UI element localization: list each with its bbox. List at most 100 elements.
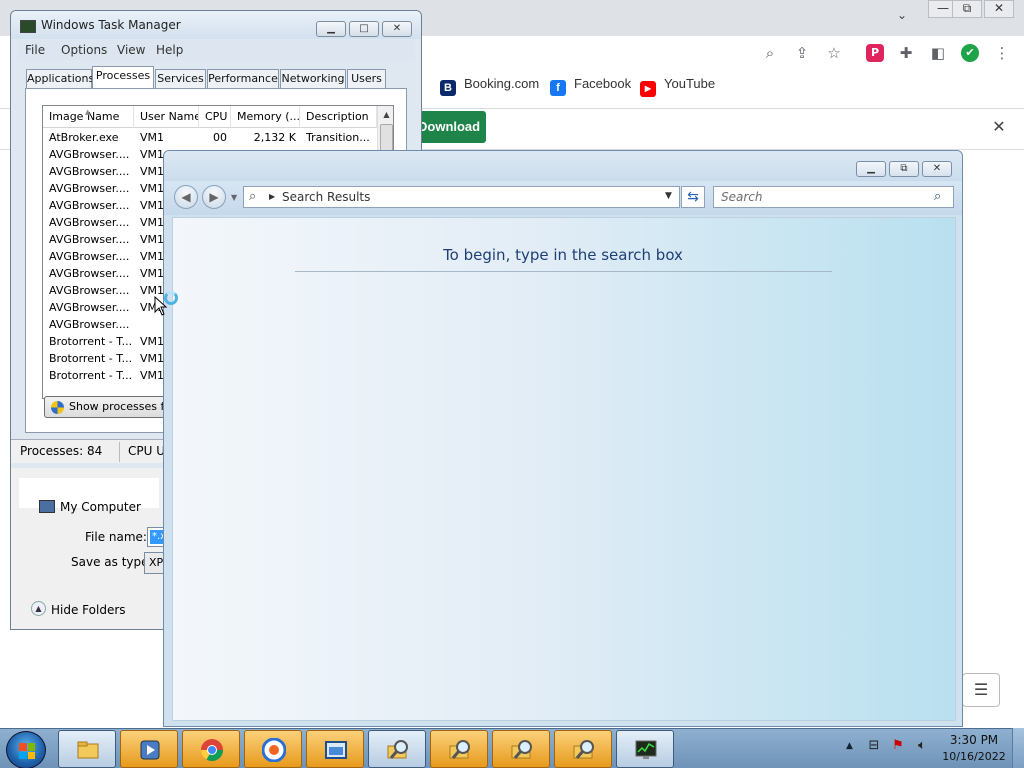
chrome-menu-icon[interactable]: ⋮ [993, 44, 1011, 62]
search-icon[interactable]: ⌕ [934, 189, 941, 204]
back-arrow-icon[interactable]: ◀ [174, 185, 198, 209]
uac-shield-icon [51, 401, 64, 414]
tab-users[interactable]: Users [347, 69, 386, 88]
avg-browser-icon [262, 738, 286, 762]
menu-help[interactable]: Help [156, 43, 183, 57]
minimize-button[interactable]: ▁ [316, 21, 346, 37]
network-icon[interactable]: ⊟ [866, 738, 882, 754]
close-button[interactable]: ✕ [382, 21, 412, 37]
column-image-name[interactable]: ▲ Image Name [43, 106, 134, 128]
chrome-close-button[interactable]: ✕ [984, 0, 1014, 18]
cell-user-name: VM1 [140, 131, 165, 144]
filter-settings-icon[interactable]: ☰ [962, 673, 1000, 707]
zoom-icon[interactable]: ⌕ [761, 44, 779, 62]
show-hidden-icons-icon[interactable]: ▲ [846, 741, 853, 751]
busy-spinner-icon [164, 291, 178, 305]
minimize-button[interactable]: ▁ [856, 161, 886, 177]
clock-date[interactable]: 10/16/2022 [942, 750, 1006, 763]
task-manager-icon [20, 20, 36, 33]
system-tray: ▲ ⊟ ⚑ 🔈︎ 3:30 PM 10/16/2022 [842, 728, 1024, 768]
tab-applications[interactable]: Applications [26, 69, 94, 88]
desktop: ⌄ — ⧉ ✕ ⌕ ⇪ ☆ P ✚ ◧ ✔ ⋮ B Booking.com f Fa… [0, 0, 1024, 768]
action-center-flag-icon[interactable]: ⚑ [890, 738, 906, 754]
avg-browser-taskbar-button[interactable] [244, 730, 302, 768]
window-taskbar-button[interactable] [306, 730, 364, 768]
scroll-up-icon[interactable]: ▲ [378, 106, 393, 123]
address-bar[interactable]: ⌕ ▶ Search Results ▼ [243, 186, 680, 208]
address-dropdown-icon[interactable]: ▼ [665, 191, 672, 201]
taskmgr-taskbar-button[interactable] [616, 730, 674, 768]
table-header: ▲ Image Name User Name CPU Memory (... De… [43, 106, 393, 128]
cell-image-name: AVGBrowser.... [49, 199, 130, 212]
column-user-name[interactable]: User Name [134, 106, 199, 128]
bookmark-star-icon[interactable]: ☆ [825, 44, 843, 62]
sort-arrow-icon: ▲ [85, 108, 91, 116]
cell-image-name: AtBroker.exe [49, 131, 119, 144]
menu-options[interactable]: Options [61, 43, 107, 57]
windows-logo-icon [19, 743, 35, 759]
chrome-taskbar-button[interactable] [182, 730, 240, 768]
search-window-titlebar[interactable]: ▁ ⧉ ✕ [164, 151, 962, 181]
cell-image-name: AVGBrowser.... [49, 250, 130, 263]
bookmark-facebook[interactable]: f Facebook [550, 72, 631, 96]
explorer-taskbar-button[interactable] [58, 730, 116, 768]
facebook-icon: f [550, 80, 566, 96]
empty-results-message: To begin, type in the search box [443, 246, 683, 264]
cell-image-name: AVGBrowser.... [49, 165, 130, 178]
process-count: Processes: 84 [20, 444, 103, 458]
tab-performance[interactable]: Performance [207, 69, 279, 88]
media-taskbar-button[interactable] [120, 730, 178, 768]
task-manager-titlebar[interactable]: Windows Task Manager ▁ □ ✕ [11, 11, 421, 39]
chrome-restore-button[interactable]: ⧉ [952, 0, 982, 18]
infobar-close-icon[interactable]: ✕ [990, 118, 1008, 136]
menu-view[interactable]: View [117, 43, 145, 57]
table-row[interactable]: AtBroker.exe VM1 00 2,132 K Transition... [43, 129, 378, 146]
my-computer-item[interactable]: My Computer [60, 500, 141, 514]
close-button[interactable]: ✕ [922, 161, 952, 177]
cell-image-name: Brotorrent - T... [49, 369, 133, 382]
window-title: Windows Task Manager [41, 18, 181, 32]
extension-p-icon[interactable]: P [866, 44, 884, 62]
search-input[interactable]: Search ⌕ [713, 186, 954, 208]
search-taskbar-button-3[interactable] [492, 730, 550, 768]
column-description[interactable]: Description [300, 106, 377, 128]
bookmark-booking[interactable]: B Booking.com [440, 72, 539, 96]
clock-time[interactable]: 3:30 PM [942, 733, 1006, 747]
folder-icon [77, 741, 99, 759]
column-cpu[interactable]: CPU [199, 106, 231, 128]
search-taskbar-button-1[interactable] [368, 730, 426, 768]
extension-shield-icon[interactable]: ✔ [961, 44, 979, 62]
media-player-icon [140, 740, 160, 760]
hide-folders-button[interactable]: Hide Folders [51, 603, 126, 617]
save-as-type-label: Save as type: [71, 555, 153, 569]
side-panel-icon[interactable]: ◧ [929, 44, 947, 62]
tab-services[interactable]: Services [155, 69, 206, 88]
breadcrumb[interactable]: Search Results [282, 190, 370, 204]
cell-image-name: AVGBrowser.... [49, 182, 130, 195]
youtube-icon: ▶ [640, 81, 656, 97]
search-taskbar-button-4[interactable] [554, 730, 612, 768]
column-memory[interactable]: Memory (... [231, 106, 300, 128]
forward-arrow-icon[interactable]: ▶ [202, 185, 226, 209]
cell-image-name: AVGBrowser.... [49, 284, 130, 297]
chevron-up-icon[interactable]: ▲ [31, 601, 46, 616]
restore-button[interactable]: ⧉ [889, 161, 919, 177]
bookmark-youtube[interactable]: ▶ YouTube [640, 72, 715, 97]
search-taskbar-button-2[interactable] [430, 730, 488, 768]
refresh-icon[interactable]: ⇆ [681, 186, 705, 208]
task-manager-icon [635, 740, 657, 759]
results-pane: To begin, type in the search box [172, 217, 956, 721]
tab-networking[interactable]: Networking [280, 69, 346, 88]
maximize-button[interactable]: □ [349, 21, 379, 37]
share-icon[interactable]: ⇪ [793, 44, 811, 62]
tab-search-chevron-icon[interactable]: ⌄ [897, 8, 907, 22]
menu-file[interactable]: File [25, 43, 45, 57]
volume-icon[interactable]: 🔈︎ [914, 738, 930, 754]
breadcrumb-chevron-icon[interactable]: ▶ [269, 192, 275, 201]
tab-processes[interactable]: Processes [92, 66, 154, 89]
show-desktop-button[interactable] [1012, 728, 1024, 768]
cell-image-name: AVGBrowser.... [49, 301, 130, 314]
extensions-puzzle-icon[interactable]: ✚ [897, 44, 915, 62]
recent-pages-chevron-icon[interactable]: ▼ [231, 193, 237, 202]
start-button[interactable] [6, 731, 46, 768]
